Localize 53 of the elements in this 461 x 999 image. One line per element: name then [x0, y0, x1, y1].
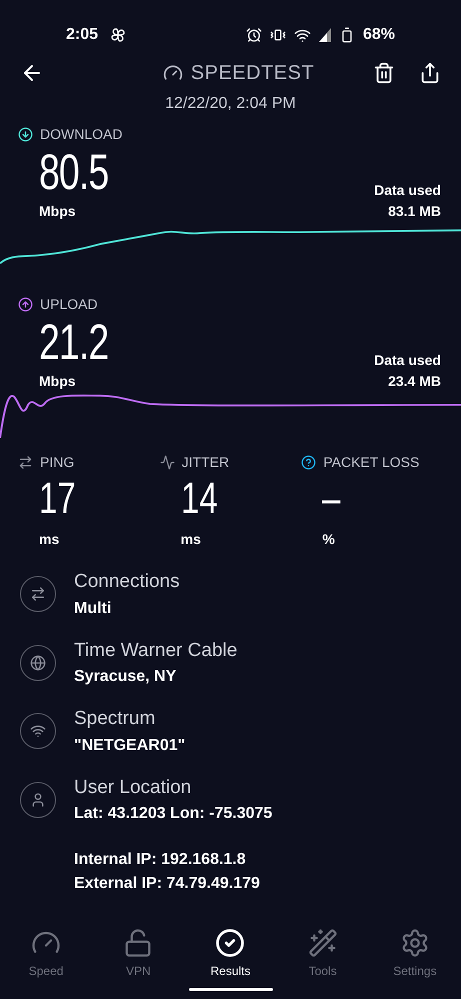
app-title: SPEEDTEST: [190, 61, 314, 86]
nav-tab[interactable]: Settings: [368, 928, 461, 980]
data-used-value: 83.1 MB: [388, 202, 441, 221]
stat-unit: ms: [39, 530, 60, 549]
detail-value: "NETGEAR01": [74, 736, 186, 756]
nav-tab[interactable]: Speed: [0, 928, 92, 980]
open-lock-icon: [123, 928, 154, 958]
metric-label: DOWNLOAD: [40, 125, 122, 144]
arrows-icon: [18, 455, 33, 470]
stat-unit: ms: [180, 530, 202, 549]
test-date: 12/22/20, 2:04 PM: [164, 94, 297, 114]
help-icon: [301, 455, 316, 470]
nav-tab[interactable]: Results: [184, 928, 277, 980]
nav-tab[interactable]: Tools: [276, 928, 369, 980]
stat-unit: %: [322, 530, 336, 549]
pinwheel-icon: [110, 27, 126, 43]
detail-value: Lat: 43.1203 Lon: -75.3075: [74, 804, 272, 824]
stat-label: PACKET LOSS: [323, 453, 420, 472]
metric-value: 80.5: [39, 145, 108, 199]
metric-value: 21.2: [39, 315, 108, 369]
detail-title: User Location: [74, 776, 192, 800]
status-time: 2:05: [66, 25, 98, 45]
arrows-icon: [20, 576, 56, 612]
nav-tab[interactable]: VPN: [92, 928, 184, 980]
settings-icon: [400, 928, 430, 958]
stat-value: –: [322, 473, 342, 525]
signal-icon: [318, 28, 331, 42]
detail-value: Multi: [74, 598, 112, 618]
metric-unit: Mbps: [39, 372, 77, 391]
person-icon: [20, 782, 56, 818]
data-used-label: Data used: [374, 181, 441, 200]
ip-address: External IP: 74.79.49.179: [74, 874, 261, 894]
wave-icon: [160, 455, 175, 470]
detail-title: Spectrum: [74, 707, 156, 731]
wifi-icon: [20, 713, 56, 750]
alarm-icon: [246, 27, 262, 43]
globe-icon: [20, 644, 56, 681]
ip-address: Internal IP: 192.168.1.8: [74, 850, 247, 870]
stat-label: PING: [40, 453, 74, 472]
detail-value: Syracuse, NY: [74, 667, 178, 687]
stat-label: JITTER: [182, 453, 230, 472]
metric-unit: Mbps: [39, 202, 77, 221]
battery-level: 68%: [362, 25, 395, 45]
detail-title: Connections: [74, 570, 180, 594]
vibrate-icon: [270, 27, 286, 43]
stat-value: 17: [39, 473, 77, 525]
magic-wand-icon: [308, 928, 338, 958]
data-used-value: 23.4 MB: [388, 372, 441, 391]
data-used-label: Data used: [374, 351, 441, 370]
check-circle-icon: [215, 928, 246, 958]
metric-label: UPLOAD: [40, 295, 98, 314]
stat-value: 14: [180, 473, 218, 525]
detail-title: Time Warner Cable: [74, 638, 238, 662]
